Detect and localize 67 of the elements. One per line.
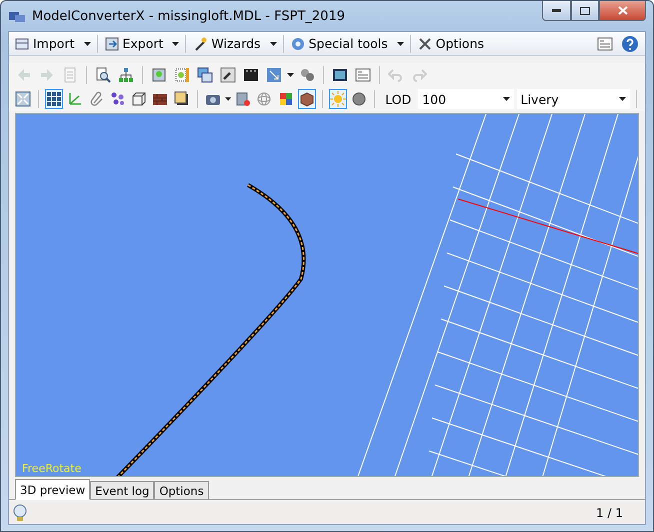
picture-icon — [151, 67, 167, 83]
wrench-button[interactable] — [218, 65, 238, 85]
ruler-icon — [174, 67, 190, 83]
wireframe-cube-icon — [131, 91, 148, 107]
maximize-icon — [580, 6, 590, 14]
windows-icon — [197, 67, 213, 83]
hierarchy-button[interactable] — [116, 65, 136, 85]
expand-icon — [15, 91, 32, 107]
document-icon — [14, 36, 30, 52]
menu-item[interactable]: Export — [100, 36, 182, 52]
axes-icon — [67, 91, 84, 107]
windows-button[interactable] — [195, 65, 215, 85]
menu-item[interactable]: Import — [11, 36, 94, 52]
lod-dropdown[interactable]: 100 — [418, 89, 514, 109]
wireframe-sphere-icon — [256, 91, 272, 107]
textured-cube-button[interactable] — [298, 89, 316, 109]
tab[interactable]: 3D preview — [15, 479, 90, 500]
page-icon — [62, 67, 78, 83]
window-title: ModelConverterX - missingloft.MDL - FSPT_2019 — [32, 8, 346, 24]
menu-item[interactable]: Special tools — [286, 36, 407, 52]
page-counter: 1 / 1 — [596, 506, 623, 520]
brick-wall-icon — [152, 91, 168, 107]
lightbulb-icon — [13, 504, 27, 522]
spheres-icon — [299, 67, 315, 83]
view-mode-label: FreeRotate — [22, 462, 82, 475]
gear-icon — [290, 36, 306, 52]
expand-button[interactable] — [14, 89, 32, 109]
lod-label: LOD — [385, 92, 412, 106]
livery-dropdown[interactable]: Livery — [516, 89, 630, 109]
tab[interactable]: Options — [154, 481, 209, 499]
forward-arrow-icon — [39, 67, 55, 83]
square-icon — [174, 91, 190, 107]
grid-icon — [46, 91, 62, 107]
menu-item[interactable]: Options — [414, 36, 488, 52]
undo-icon — [388, 67, 404, 83]
paperclip-icon — [88, 91, 105, 107]
tab[interactable]: Event log — [90, 481, 154, 499]
export-icon — [104, 36, 120, 52]
resize-icon — [266, 67, 282, 83]
clapperboard-icon — [243, 67, 259, 83]
dropdown-caret-icon[interactable] — [619, 97, 626, 101]
dropdown-caret-icon[interactable] — [287, 73, 294, 77]
maximize-button[interactable] — [571, 1, 599, 21]
dropdown-caret-icon[interactable] — [502, 97, 510, 101]
sphere-icon — [351, 91, 368, 107]
close-icon — [618, 6, 628, 15]
close-button[interactable] — [599, 1, 646, 21]
dropdown-caret-icon[interactable] — [224, 97, 232, 101]
minimize-icon — [552, 9, 561, 12]
redo-icon — [411, 67, 427, 83]
grid-button[interactable] — [45, 89, 64, 109]
color-cube-icon — [278, 91, 294, 107]
hierarchy-icon — [118, 67, 134, 83]
help-icon[interactable] — [621, 34, 639, 52]
wrench-icon — [220, 67, 236, 83]
sun-icon — [330, 91, 346, 107]
magnifier-icon — [95, 67, 111, 83]
molecules-icon — [110, 91, 126, 107]
tools-icon — [416, 36, 433, 52]
menu-item[interactable]: Wizards — [189, 36, 280, 52]
back-arrow-icon — [16, 67, 32, 83]
minimize-button[interactable] — [542, 1, 571, 21]
database-icon — [235, 91, 252, 107]
textured-cube-icon — [298, 91, 315, 107]
report-icon — [355, 67, 371, 83]
report-icon[interactable] — [597, 36, 613, 52]
landscape-icon — [332, 67, 348, 83]
